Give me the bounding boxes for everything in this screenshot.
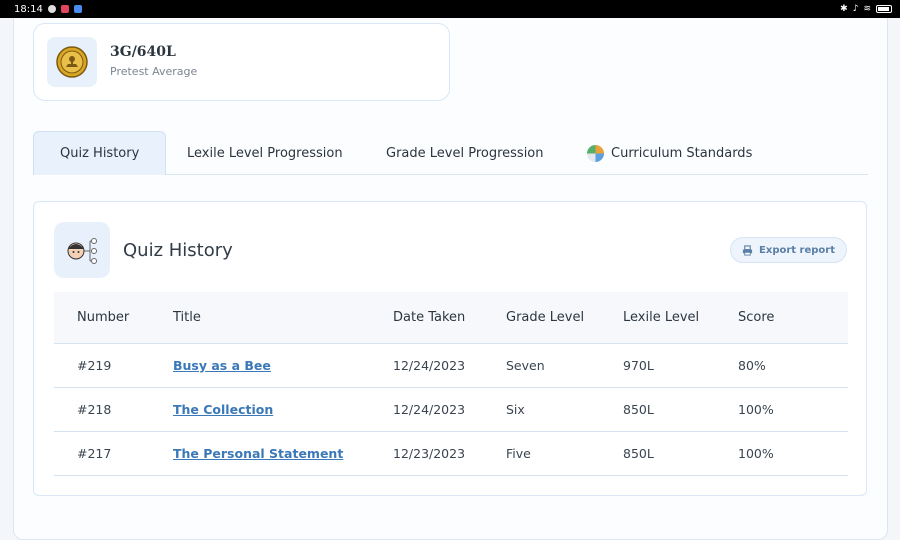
wifi-icon: ≋ bbox=[863, 4, 871, 14]
column-header-number: Number bbox=[77, 310, 130, 325]
cell-lexile: 970L bbox=[623, 358, 654, 373]
status-time: 18:14 bbox=[14, 3, 43, 15]
tab-quiz-history[interactable]: Quiz History bbox=[33, 131, 167, 175]
tab-label: Grade Level Progression bbox=[386, 145, 544, 161]
tab-lexile-level-progression[interactable]: Lexile Level Progression bbox=[187, 131, 343, 175]
cell-number: #217 bbox=[77, 446, 112, 461]
column-header-lexile-level: Lexile Level bbox=[623, 310, 700, 325]
battery-icon bbox=[876, 5, 892, 13]
report-tabs: Quiz History Lexile Level Progression Gr… bbox=[33, 131, 868, 175]
status-bar: 18:14 ✱ ♪ ≋ bbox=[0, 0, 900, 18]
tab-label: Lexile Level Progression bbox=[187, 145, 343, 161]
cell-grade: Seven bbox=[506, 358, 545, 373]
column-header-grade-level: Grade Level bbox=[506, 310, 585, 325]
pretest-label: Pretest Average bbox=[110, 65, 198, 78]
tab-grade-level-progression[interactable]: Grade Level Progression bbox=[386, 131, 544, 175]
panel-title: Quiz History bbox=[123, 240, 233, 261]
chat-icon bbox=[47, 5, 56, 13]
pretest-value: 3G/640L bbox=[110, 44, 176, 60]
cell-lexile: 850L bbox=[623, 402, 654, 417]
cell-number: #218 bbox=[77, 402, 112, 417]
tab-label: Quiz History bbox=[60, 146, 140, 161]
pie-chart-icon bbox=[586, 144, 605, 162]
bluetooth-icon: ✱ bbox=[840, 4, 848, 14]
tab-curriculum-standards[interactable]: Curriculum Standards bbox=[586, 131, 752, 175]
app-notification-icon-2 bbox=[73, 5, 82, 13]
quiz-title-link[interactable]: The Personal Statement bbox=[173, 446, 343, 461]
cell-date: 12/24/2023 bbox=[393, 402, 466, 417]
quiz-title-link[interactable]: The Collection bbox=[173, 402, 273, 417]
table-header: Number Title Date Taken Grade Level Lexi… bbox=[54, 292, 848, 344]
silent-icon: ♪ bbox=[852, 4, 859, 14]
cell-score: 100% bbox=[738, 446, 774, 461]
table-row: #217 The Personal Statement 12/23/2023 F… bbox=[54, 432, 848, 476]
quiz-history-panel: Quiz History Export report Number Title … bbox=[33, 201, 867, 496]
cell-date: 12/24/2023 bbox=[393, 358, 466, 373]
printer-icon bbox=[742, 244, 753, 256]
quiz-title-link[interactable]: Busy as a Bee bbox=[173, 358, 271, 373]
app-notification-icon bbox=[60, 5, 69, 13]
cell-score: 80% bbox=[738, 358, 766, 373]
cell-grade: Six bbox=[506, 402, 525, 417]
medal-icon bbox=[47, 37, 97, 87]
pretest-average-card: 3G/640L Pretest Average bbox=[33, 23, 450, 101]
cell-score: 100% bbox=[738, 402, 774, 417]
cell-grade: Five bbox=[506, 446, 531, 461]
student-network-icon bbox=[54, 222, 110, 278]
quiz-history-table: Number Title Date Taken Grade Level Lexi… bbox=[54, 292, 848, 476]
export-report-button[interactable]: Export report bbox=[730, 237, 847, 263]
column-header-date-taken: Date Taken bbox=[393, 310, 466, 325]
column-header-title: Title bbox=[173, 310, 201, 325]
cell-date: 12/23/2023 bbox=[393, 446, 466, 461]
cell-number: #219 bbox=[77, 358, 112, 373]
column-header-score: Score bbox=[738, 310, 775, 325]
table-row: #219 Busy as a Bee 12/24/2023 Seven 970L… bbox=[54, 344, 848, 388]
export-report-label: Export report bbox=[759, 244, 835, 256]
tab-label: Curriculum Standards bbox=[611, 145, 753, 161]
cell-lexile: 850L bbox=[623, 446, 654, 461]
table-row: #218 The Collection 12/24/2023 Six 850L … bbox=[54, 388, 848, 432]
